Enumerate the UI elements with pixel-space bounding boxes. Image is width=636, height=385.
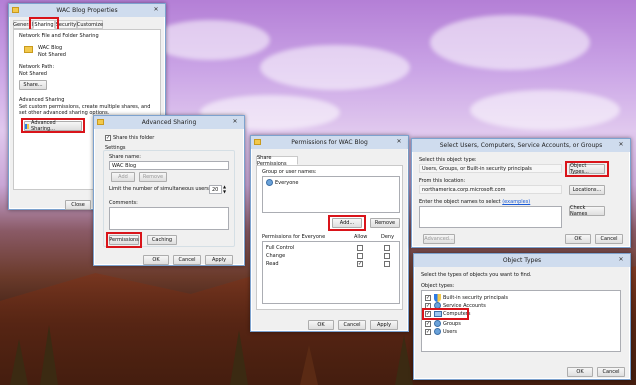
builtin-checkbox[interactable]: ✓	[425, 295, 431, 301]
advanced-button[interactable]: Advanced...	[423, 234, 455, 244]
close-icon[interactable]: ✕	[150, 6, 162, 14]
window-title: Permissions for WAC Blog	[291, 139, 368, 146]
permissions-button-highlight	[106, 232, 142, 248]
users-icon	[266, 179, 273, 186]
add-button-highlight	[328, 215, 366, 231]
comments-label: Comments:	[109, 200, 138, 206]
shield-icon	[434, 294, 441, 302]
select-users-window: Select Users, Computers, Service Account…	[411, 138, 631, 248]
users-checkbox[interactable]: ✓	[425, 329, 431, 335]
list-item-everyone[interactable]: Everyone	[275, 180, 299, 186]
network-sharing-heading: Network File and Folder Sharing	[19, 33, 99, 39]
list-item: Built-in security principals	[443, 295, 508, 301]
location-field: northamerica.corp.microsoft.com	[419, 185, 562, 194]
object-types-highlight	[565, 161, 609, 177]
tab-share-permissions[interactable]: Share Permissions	[256, 155, 298, 167]
close-icon[interactable]: ✕	[393, 138, 405, 146]
cancel-button[interactable]: Cancel	[173, 255, 201, 265]
remove-button[interactable]: Remove	[370, 218, 400, 228]
add-button[interactable]: Add	[111, 172, 135, 182]
share-button[interactable]: Share...	[19, 80, 47, 90]
full-control-deny-checkbox[interactable]	[384, 245, 390, 251]
window-title: Select Users, Computers, Service Account…	[439, 142, 603, 149]
close-icon[interactable]: ✕	[229, 118, 241, 126]
groups-checkbox[interactable]: ✓	[425, 321, 431, 327]
ok-button[interactable]: OK	[567, 367, 593, 377]
list-item: Groups	[443, 321, 461, 327]
advanced-button-highlight	[21, 118, 85, 133]
ok-button[interactable]: OK	[143, 255, 169, 265]
close-icon[interactable]: ✕	[615, 256, 627, 264]
tab-customize[interactable]: Customize	[77, 20, 103, 29]
locations-button[interactable]: Locations...	[569, 185, 605, 195]
instruction-text: Select the types of objects you want to …	[421, 272, 532, 278]
remove-button[interactable]: Remove	[139, 172, 167, 182]
examples-link[interactable]: (examples)	[502, 199, 530, 205]
object-names-label: Enter the object names to select (exampl…	[419, 199, 531, 205]
permissions-label: Permissions for Everyone	[262, 234, 326, 240]
close-button[interactable]: Close	[65, 200, 91, 210]
ok-button[interactable]: OK	[308, 320, 334, 330]
group-names-label: Group or user names:	[262, 169, 317, 175]
list-item: Users	[443, 329, 458, 335]
spinner-arrows-icon[interactable]: ▲ ▼	[223, 184, 226, 194]
folder-status: Not Shared	[38, 52, 66, 58]
perm-row-full-control: Full Control	[266, 245, 295, 251]
allow-header: Allow	[354, 234, 368, 240]
object-type-label: Select this object type:	[419, 157, 477, 163]
computers-highlight	[422, 308, 469, 320]
share-folder-checkbox[interactable]: ✓	[105, 135, 111, 141]
object-names-input[interactable]	[419, 206, 562, 228]
object-type-field: Users, Groups, or Built-in security prin…	[419, 164, 562, 173]
advanced-sharing-heading: Advanced Sharing	[19, 97, 65, 103]
change-deny-checkbox[interactable]	[384, 253, 390, 259]
share-name-input[interactable]: WAC Blog	[109, 161, 229, 170]
object-types-label: Object types:	[421, 283, 455, 289]
cancel-button[interactable]: Cancel	[597, 367, 625, 377]
location-label: From this location:	[419, 178, 466, 184]
close-icon[interactable]: ✕	[615, 141, 627, 149]
permissions-list: Full Control Change Read ✓	[262, 241, 400, 304]
cancel-button[interactable]: Cancel	[338, 320, 366, 330]
limit-users-spinner[interactable]: 20	[209, 185, 222, 194]
limit-users-label: Limit the number of simultaneous users t…	[109, 186, 218, 192]
object-types-list: ✓ Built-in security principals ✓ Service…	[421, 290, 621, 352]
folder-icon	[24, 46, 33, 53]
window-title: Object Types	[502, 257, 542, 264]
change-allow-checkbox[interactable]	[357, 253, 363, 259]
permissions-window: Permissions for WAC Blog ✕ Share Permissi…	[250, 135, 409, 332]
apply-button[interactable]: Apply	[205, 255, 233, 265]
apply-button[interactable]: Apply	[370, 320, 398, 330]
share-name-label: Share name:	[109, 154, 141, 160]
window-title: WAC Blog Properties	[56, 7, 118, 14]
check-names-button[interactable]: Check Names	[569, 205, 605, 217]
share-folder-label: Share this folder	[113, 135, 155, 141]
folder-icon	[12, 7, 19, 13]
caching-button[interactable]: Caching	[147, 235, 177, 245]
deny-header: Deny	[381, 234, 395, 240]
object-types-window: Object Types ✕ Select the types of object…	[413, 253, 631, 380]
network-path-label: Network Path:	[19, 64, 55, 70]
ok-button[interactable]: OK	[565, 234, 591, 244]
read-allow-checkbox[interactable]: ✓	[357, 261, 363, 267]
groups-icon	[434, 320, 441, 327]
window-title: Advanced Sharing	[141, 119, 197, 126]
shield-icon	[97, 119, 104, 125]
shield-icon	[254, 139, 261, 145]
read-deny-checkbox[interactable]	[384, 261, 390, 267]
perm-row-read: Read	[266, 261, 279, 267]
group-list[interactable]: Everyone	[262, 176, 400, 213]
advanced-sharing-window: Advanced Sharing ✕ ✓ Share this folder Se…	[93, 115, 245, 266]
user-icon	[434, 328, 441, 335]
perm-row-change: Change	[266, 253, 286, 259]
full-control-allow-checkbox[interactable]	[357, 245, 363, 251]
folder-name: WAC Blog	[38, 45, 63, 51]
cancel-button[interactable]: Cancel	[595, 234, 623, 244]
network-path-value: Not Shared	[19, 71, 47, 77]
comments-input[interactable]	[109, 207, 229, 230]
